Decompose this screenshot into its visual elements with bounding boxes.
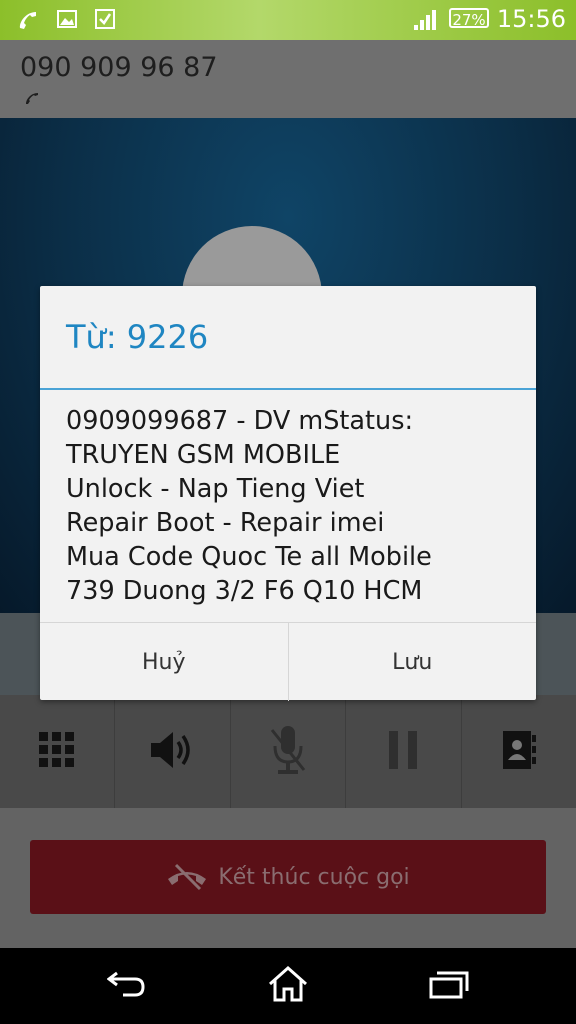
save-button[interactable]: Lưu [287, 623, 537, 701]
message-dialog: Từ: 9226 0909099687 - DV mStatus: TRUYEN… [40, 286, 536, 701]
navigation-bar [0, 948, 576, 1024]
dialog-message-body: 0909099687 - DV mStatus: TRUYEN GSM MOBI… [66, 404, 522, 608]
clock: 15:56 [496, 5, 566, 33]
cancel-button[interactable]: Huỷ [40, 623, 288, 701]
message-line: 0909099687 - DV mStatus: [66, 406, 414, 436]
end-call-button[interactable]: Kết thúc cuộc gọi [30, 840, 546, 914]
end-call-label: Kết thúc cuộc gọi [218, 864, 410, 890]
contacts-icon [501, 730, 537, 774]
caller-number: 090 909 96 87 [20, 52, 218, 83]
message-line: Unlock - Nap Tieng Viet [66, 474, 365, 504]
speaker-icon [149, 730, 197, 774]
status-bar: 27% 15:56 [0, 0, 576, 40]
dialog-buttons: Huỷ Lưu [40, 622, 536, 701]
dialog-divider [40, 388, 536, 390]
message-line: 739 Duong 3/2 F6 Q10 HCM [66, 576, 423, 606]
recent-apps-icon[interactable] [429, 969, 469, 1003]
dialpad-button[interactable] [0, 695, 116, 808]
message-line: Mua Code Quoc Te all Mobile [66, 542, 432, 572]
outgoing-call-icon [24, 90, 40, 109]
dialog-title: Từ: 9226 [66, 318, 209, 356]
checkbox-icon [94, 8, 116, 32]
call-controls [0, 695, 576, 808]
back-icon[interactable] [106, 969, 147, 1003]
end-call-icon [166, 863, 208, 891]
hold-pause-icon [388, 730, 418, 774]
call-header: 090 909 96 87 [0, 40, 576, 118]
dialpad-icon [38, 731, 76, 773]
contacts-button[interactable] [462, 695, 576, 808]
message-line: Repair Boot - Repair imei [66, 508, 385, 538]
mute-microphone-icon [268, 724, 308, 780]
phone-icon [16, 8, 40, 32]
hold-button[interactable] [346, 695, 462, 808]
battery-indicator: 27% [449, 8, 489, 29]
message-line: TRUYEN GSM MOBILE [66, 440, 341, 470]
mute-button[interactable] [231, 695, 347, 808]
signal-icon [412, 8, 438, 32]
home-icon[interactable] [267, 965, 309, 1007]
image-icon [56, 8, 78, 32]
speaker-button[interactable] [115, 695, 231, 808]
